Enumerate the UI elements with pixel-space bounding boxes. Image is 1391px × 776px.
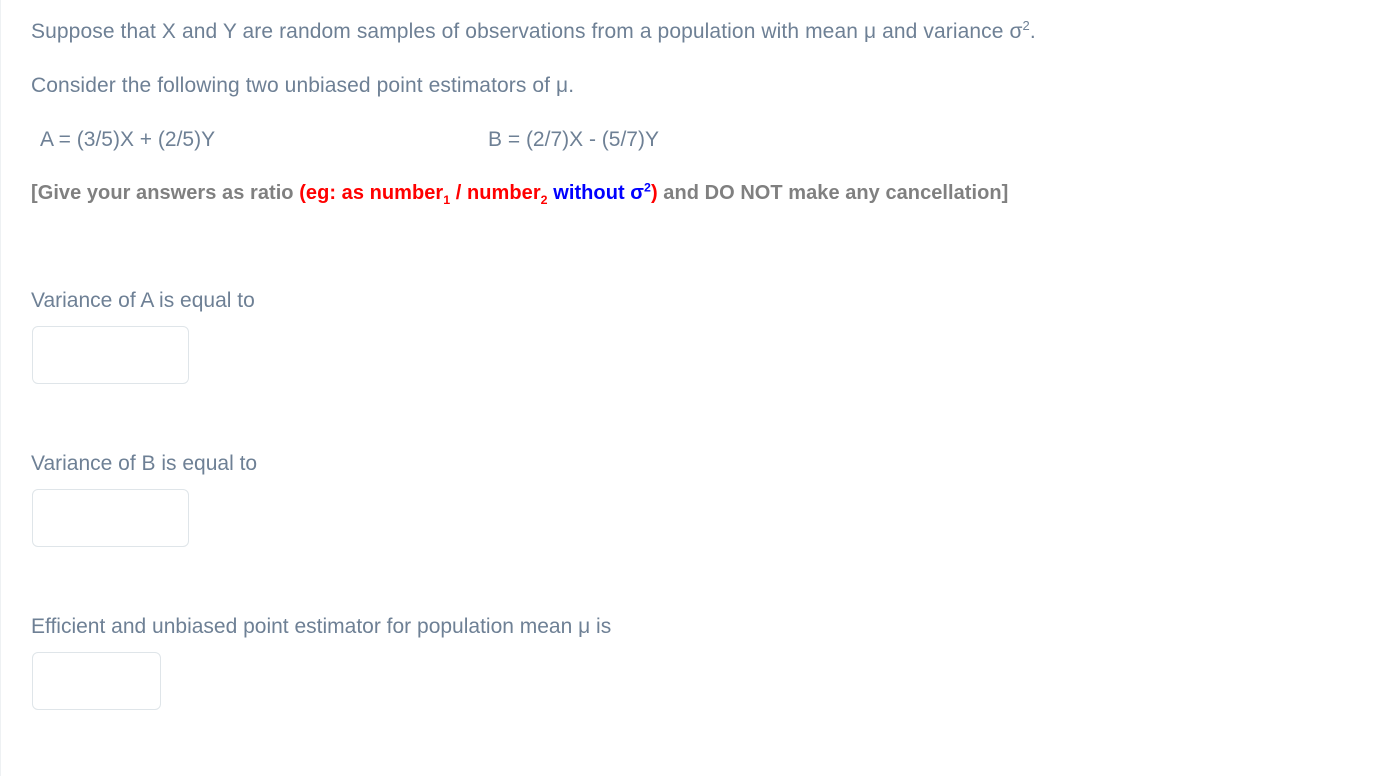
instruction-red-text-a: (eg: as number [299, 182, 444, 204]
intro-text-prefix: Suppose that X and Y are random samples … [31, 20, 1023, 43]
instruction-red-text-b: / number [450, 182, 541, 204]
answer-input-efficient-estimator[interactable] [32, 652, 161, 710]
answer-input-variance-b[interactable] [32, 489, 189, 547]
sigma-squared-superscript: 2 [1022, 18, 1030, 33]
estimator-b-formula: B = (2/7)X - (5/7)Y [488, 128, 659, 151]
answer-input-variance-a[interactable] [32, 326, 189, 384]
question-label-variance-a: Variance of A is equal to [31, 289, 255, 312]
problem-statement-consider: Consider the following two unbiased poin… [31, 74, 575, 97]
instruction-sigma-squared-superscript: 2 [644, 180, 651, 195]
estimator-formula-row: A = (3/5)X + (2/5)Y B = (2/7)X - (5/7)Y [31, 127, 1361, 155]
question-block-efficient-estimator: Efficient and unbiased point estimator f… [31, 614, 611, 710]
instruction-blue-text: without σ [547, 182, 645, 204]
number-subscript-2: 2 [540, 193, 548, 207]
instruction-gray-tail: and DO NOT make any cancellation] [657, 182, 1009, 204]
answer-format-instruction: [Give your answers as ratio (eg: as numb… [31, 180, 1008, 206]
intro-text-suffix: . [1029, 20, 1036, 43]
question-label-efficient-estimator: Efficient and unbiased point estimator f… [31, 615, 612, 638]
instruction-blue-without-sigma: without σ2 [547, 180, 651, 204]
instruction-red-example-open: (eg: as number1 / number2 [299, 182, 548, 207]
estimator-a-formula: A = (3/5)X + (2/5)Y [40, 128, 216, 151]
question-page: Suppose that X and Y are random samples … [0, 0, 1391, 776]
question-block-variance-b: Variance of B is equal to [31, 451, 257, 547]
instruction-gray-lead: [Give your answers as ratio [31, 182, 300, 204]
question-block-variance-a: Variance of A is equal to [31, 288, 255, 384]
question-label-variance-b: Variance of B is equal to [31, 452, 258, 475]
instruction-red-close-paren: ) [650, 182, 658, 204]
problem-statement-intro: Suppose that X and Y are random samples … [31, 19, 1036, 45]
